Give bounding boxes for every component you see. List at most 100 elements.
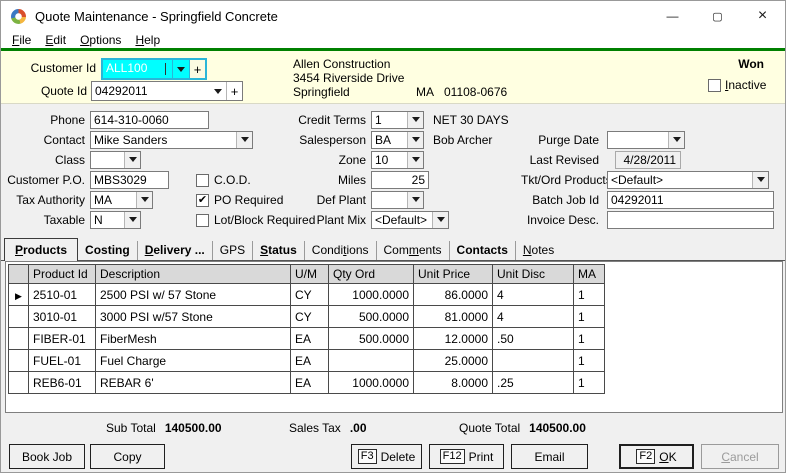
cell-unit-price[interactable]: 81.0000 [414,306,493,328]
cell-product-id[interactable]: FUEL-01 [29,350,96,372]
cell-qty-ord[interactable] [329,350,414,372]
email-button[interactable]: Email [511,444,588,469]
print-button[interactable]: F12Print [429,444,504,469]
quote-id-combo[interactable]: 04292011 + [91,81,243,101]
cell-product-id[interactable]: REB6-01 [29,372,96,394]
quote-id-value[interactable]: 04292011 [92,82,209,100]
cell-unit-disc[interactable]: 4 [493,284,574,306]
customer-id-value[interactable]: ALL100 [103,60,165,78]
cell-unit-disc[interactable]: 4 [493,306,574,328]
menu-file[interactable]: File [5,33,38,47]
close-icon[interactable]: × [740,1,785,31]
table-row[interactable]: REB6-01REBAR 6'EA1000.00008.0000.251 [9,372,605,394]
cell-u-m[interactable]: CY [291,306,329,328]
checkbox-box[interactable] [196,214,209,227]
cell-qty-ord[interactable]: 1000.0000 [329,372,414,394]
po-required-checkbox[interactable]: ✔PO Required [196,193,283,207]
cell-u-m[interactable]: EA [291,350,329,372]
customer-id-add-button[interactable]: + [189,60,205,78]
customer-id-dropdown-icon[interactable] [172,60,189,78]
tab-gps[interactable]: GPS [212,241,252,260]
cell-unit-price[interactable]: 12.0000 [414,328,493,350]
salesperson-combo[interactable]: BA [371,131,424,149]
contact-combo[interactable]: Mike Sanders [90,131,253,149]
credit-terms-combo[interactable]: 1 [371,111,424,129]
tab-status[interactable]: Status [252,241,304,260]
dropdown-icon[interactable] [407,192,423,208]
row-selector-cell[interactable] [9,372,29,394]
cell-ma[interactable]: 1 [574,372,605,394]
tab-costing[interactable]: Costing [78,241,137,260]
dropdown-icon[interactable] [432,212,448,228]
cell-unit-price[interactable]: 86.0000 [414,284,493,306]
tax-authority-combo[interactable]: MA [90,191,153,209]
dropdown-icon[interactable] [407,112,423,128]
def-plant-combo[interactable] [371,191,424,209]
dropdown-icon[interactable] [136,192,152,208]
cell-ma[interactable]: 1 [574,284,605,306]
checkbox-box[interactable] [196,174,209,187]
dropdown-icon[interactable] [407,152,423,168]
tab-comments[interactable]: Comments [376,241,449,260]
row-selector-cell[interactable] [9,350,29,372]
delete-button[interactable]: F3Delete [351,444,422,469]
customer-p-o-input[interactable]: MBS3029 [90,171,169,189]
quote-id-dropdown-icon[interactable] [209,82,226,100]
quote-id-add-button[interactable]: + [226,82,242,100]
taxable-combo[interactable]: N [90,211,141,229]
tab-contacts[interactable]: Contacts [449,241,515,260]
book-job-button[interactable]: Book Job [9,444,85,469]
invoice-desc-input[interactable] [607,211,774,229]
cell-ma[interactable]: 1 [574,306,605,328]
tkt-ord-products-combo[interactable]: <Default> [607,171,769,189]
cell-product-id[interactable]: 2510-01 [29,284,96,306]
cell-description[interactable]: Fuel Charge [96,350,291,372]
cell-description[interactable]: REBAR 6' [96,372,291,394]
cell-u-m[interactable]: EA [291,328,329,350]
cell-ma[interactable]: 1 [574,328,605,350]
cell-unit-disc[interactable]: .25 [493,372,574,394]
cell-unit-disc[interactable] [493,350,574,372]
table-row[interactable]: ▶2510-012500 PSI w/ 57 StoneCY1000.00008… [9,284,605,306]
cell-qty-ord[interactable]: 1000.0000 [329,284,414,306]
plant-mix-combo[interactable]: <Default> [371,211,449,229]
phone-input[interactable]: 614-310-0060 [90,111,209,129]
dropdown-icon[interactable] [124,152,140,168]
c-o-d-checkbox[interactable]: C.O.D. [196,173,251,187]
dropdown-icon[interactable] [407,132,423,148]
dropdown-icon[interactable] [668,132,684,148]
cancel-button[interactable]: Cancel [701,444,779,469]
miles-input[interactable]: 25 [371,171,429,189]
cell-product-id[interactable]: 3010-01 [29,306,96,328]
tab-products[interactable]: Products [4,238,78,261]
cell-ma[interactable]: 1 [574,350,605,372]
cell-description[interactable]: FiberMesh [96,328,291,350]
table-row[interactable]: FIBER-01FiberMeshEA500.000012.0000.501 [9,328,605,350]
tab-delivery[interactable]: Delivery ... [137,241,212,260]
table-row[interactable]: FUEL-01Fuel ChargeEA 25.0000 1 [9,350,605,372]
cell-unit-disc[interactable]: .50 [493,328,574,350]
dropdown-icon[interactable] [124,212,140,228]
row-selector-cell[interactable] [9,306,29,328]
cell-qty-ord[interactable]: 500.0000 [329,328,414,350]
cell-unit-price[interactable]: 25.0000 [414,350,493,372]
customer-id-combo[interactable]: ALL100 + [101,58,207,80]
menu-options[interactable]: Options [73,33,128,47]
class-combo[interactable] [90,151,141,169]
dropdown-icon[interactable] [236,132,252,148]
checkbox-box[interactable]: ✔ [196,194,209,207]
tab-conditions[interactable]: Conditions [304,241,376,260]
zone-combo[interactable]: 10 [371,151,424,169]
inactive-checkbox-box[interactable] [708,79,721,92]
row-selector-cell[interactable]: ▶ [9,284,29,306]
purge-date-combo[interactable] [607,131,685,149]
copy-button[interactable]: Copy [90,444,165,469]
menu-edit[interactable]: Edit [38,33,73,47]
ok-button[interactable]: F2OK [619,444,694,469]
cell-u-m[interactable]: EA [291,372,329,394]
tab-notes[interactable]: Notes [515,241,561,260]
row-selector-cell[interactable] [9,328,29,350]
cell-u-m[interactable]: CY [291,284,329,306]
cell-description[interactable]: 3000 PSI w/57 Stone [96,306,291,328]
menu-help[interactable]: Help [128,33,167,47]
